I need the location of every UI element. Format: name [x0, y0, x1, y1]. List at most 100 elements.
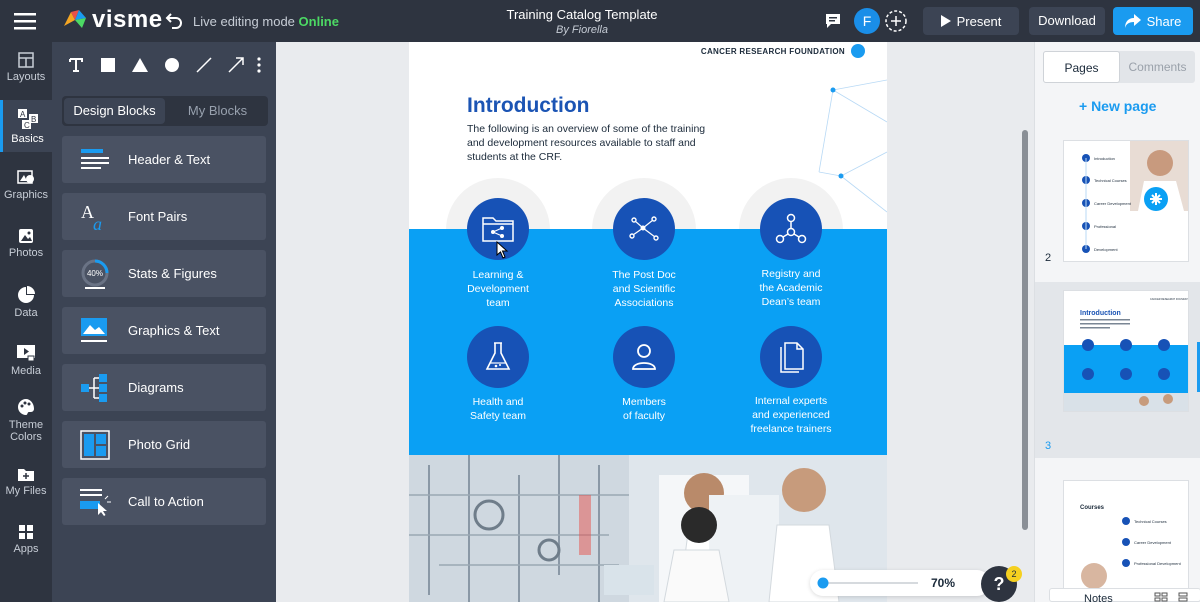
block-graphics-text[interactable]: Graphics & Text: [62, 307, 266, 354]
new-page-button[interactable]: + New page: [1079, 98, 1156, 114]
nav-graphics[interactable]: Graphics: [0, 170, 52, 216]
tab-my-blocks[interactable]: My Blocks: [167, 96, 268, 126]
nav-label: Basics: [11, 133, 44, 145]
nav-photos[interactable]: Photos: [0, 228, 52, 274]
present-label: Present: [956, 13, 1002, 29]
slide-title[interactable]: Introduction: [467, 94, 589, 118]
page-2-preview: Introduction Technical Courses Career De…: [1082, 141, 1188, 253]
item-line: Registry and: [761, 268, 821, 280]
internal-experts-item[interactable]: [760, 326, 822, 388]
visme-logo[interactable]: visme: [62, 6, 163, 34]
faculty-item[interactable]: [613, 326, 675, 388]
nav-label: Layouts: [6, 71, 46, 83]
thumb-title: Introduction: [1080, 310, 1121, 317]
canvas-area[interactable]: CANCER RESEARCH FOUNDATION Introduction …: [276, 42, 1034, 602]
more-tools-icon[interactable]: [252, 50, 266, 80]
mode-status: Online: [298, 14, 339, 29]
pages-panel: Pages Comments + New page 2 Introduction…: [1034, 42, 1200, 602]
download-button[interactable]: Download: [1029, 7, 1105, 35]
item-line: freelance trainers: [750, 423, 832, 435]
zoom-level: 70%: [931, 576, 956, 590]
block-photo-grid[interactable]: Photo Grid: [62, 421, 266, 468]
nav-data[interactable]: Data: [0, 286, 52, 332]
tab-pages[interactable]: Pages: [1043, 51, 1120, 83]
hierarchy-icon: [775, 213, 807, 244]
comment-icon[interactable]: [825, 13, 841, 29]
arrow-tool-icon[interactable]: [220, 50, 252, 80]
slide-page[interactable]: CANCER RESEARCH FOUNDATION Introduction …: [409, 42, 887, 602]
nav-media[interactable]: Media: [0, 344, 52, 390]
item-label[interactable]: Members of faculty: [579, 395, 709, 423]
nav-label: My Files: [5, 485, 47, 497]
nav-my-files[interactable]: My Files: [0, 466, 52, 512]
tab-comments[interactable]: Comments: [1120, 51, 1195, 83]
item-line: Health and: [472, 396, 524, 408]
page-thumbnail-4[interactable]: Courses Technical Courses Career Develop…: [1063, 480, 1189, 602]
post-doc-item[interactable]: [613, 198, 675, 260]
thumb-item: Technical Courses: [1134, 519, 1167, 524]
share-button[interactable]: Share: [1113, 7, 1193, 35]
block-label: Diagrams: [128, 380, 184, 395]
nav-label: Theme Colors: [8, 419, 44, 443]
nav-theme-colors[interactable]: Theme Colors: [0, 398, 52, 448]
tab-design-blocks[interactable]: Design Blocks: [64, 98, 165, 124]
block-call-to-action[interactable]: Call to Action: [62, 478, 266, 525]
graphics-text-icon: [62, 307, 128, 354]
doc-title[interactable]: Training Catalog Template: [482, 7, 682, 22]
thumb-item: Professional: [1094, 224, 1116, 229]
item-line: Members: [622, 396, 666, 408]
play-icon: [940, 15, 951, 27]
page-thumbnail-2[interactable]: Introduction Technical Courses Career De…: [1063, 140, 1189, 262]
undo-icon[interactable]: [165, 11, 183, 29]
block-stats-figures[interactable]: 40% Stats & Figures: [62, 250, 266, 297]
item-label[interactable]: Learning & Development team: [433, 268, 563, 310]
registry-item[interactable]: [760, 198, 822, 260]
health-safety-item[interactable]: [467, 326, 529, 388]
add-collaborator-icon[interactable]: [884, 9, 908, 33]
line-tool-icon[interactable]: [188, 50, 220, 80]
grid-view-icon[interactable]: [1154, 592, 1168, 602]
block-diagrams[interactable]: Diagrams: [62, 364, 266, 411]
present-button[interactable]: Present: [923, 7, 1019, 35]
nav-layouts[interactable]: Layouts: [0, 52, 52, 98]
logo-icon: [64, 10, 86, 28]
block-header-text[interactable]: Header & Text: [62, 136, 266, 183]
item-line: Learning &: [472, 269, 524, 281]
triangle-tool-icon[interactable]: [124, 50, 156, 80]
item-line: Associations: [614, 297, 674, 309]
user-avatar[interactable]: F: [854, 8, 880, 34]
menu-icon[interactable]: [14, 12, 36, 30]
notes-label[interactable]: Notes: [1084, 593, 1113, 602]
item-label[interactable]: Registry and the Academic Dean’s team: [726, 267, 856, 309]
block-label: Photo Grid: [128, 437, 191, 452]
network-icon: [629, 216, 659, 241]
share-label: Share: [1146, 13, 1182, 29]
canvas-scrollbar[interactable]: [1022, 130, 1028, 530]
document-title[interactable]: Training Catalog Template By Fiorella: [482, 7, 682, 36]
item-label[interactable]: Internal experts and experienced freelance…: [726, 394, 856, 436]
call-to-action-icon: [62, 478, 128, 525]
item-line: Internal experts: [754, 395, 828, 407]
ribbon-icon: [851, 44, 865, 58]
nav-apps[interactable]: Apps: [0, 524, 52, 570]
item-label[interactable]: Health and Safety team: [433, 395, 563, 423]
nav-label: Graphics: [3, 189, 49, 201]
block-font-pairs[interactable]: Aa Font Pairs: [62, 193, 266, 240]
zoom-control[interactable]: [810, 570, 990, 596]
page-thumbnail-3[interactable]: Introduction CANCER RESEARCH FOUNDATION: [1063, 290, 1189, 412]
documents-icon: [780, 342, 804, 373]
page-4-preview: Courses Technical Courses Career Develop…: [1080, 505, 1182, 602]
text-tool-icon[interactable]: [60, 50, 92, 80]
item-line: Development: [467, 283, 529, 295]
slide-intro-text[interactable]: The following is an overview of some of …: [467, 122, 717, 164]
item-label[interactable]: The Post Doc and Scientific Associations: [579, 268, 709, 310]
flask-icon: [485, 342, 511, 370]
notes-bar[interactable]: Notes: [1049, 588, 1200, 602]
nav-basics[interactable]: ABC Basics: [0, 100, 52, 152]
circle-tool-icon[interactable]: [156, 50, 188, 80]
thumb-item: Technical Courses: [1094, 178, 1127, 183]
zoom-slider[interactable]: [810, 570, 990, 596]
diagrams-icon: [62, 364, 128, 411]
list-view-icon[interactable]: [1178, 592, 1188, 602]
rectangle-tool-icon[interactable]: [92, 50, 124, 80]
